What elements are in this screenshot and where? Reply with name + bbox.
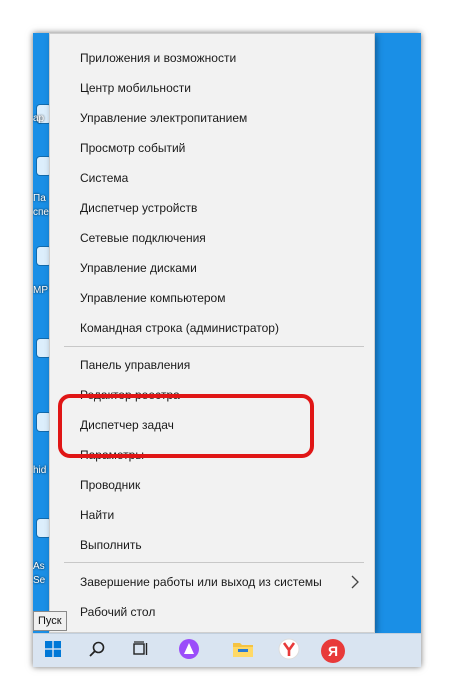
start-tooltip: Пуск: [33, 611, 67, 631]
menu-item-registry-editor[interactable]: Редактор реестра: [50, 380, 374, 410]
chevron-right-icon: [348, 574, 362, 590]
menu-item-control-panel[interactable]: Панель управления: [50, 350, 374, 380]
menu-item-device-manager[interactable]: Диспетчер устройств: [50, 193, 374, 223]
menu-item-apps-features[interactable]: Приложения и возможности: [50, 43, 374, 73]
menu-item-label: Управление компьютером: [80, 291, 226, 305]
menu-item-event-viewer[interactable]: Просмотр событий: [50, 133, 374, 163]
menu-item-disk-management[interactable]: Управление дисками: [50, 253, 374, 283]
menu-item-label: Найти: [80, 508, 115, 522]
menu-item-label: Панель управления: [80, 358, 191, 372]
menu-item-label: Завершение работы или выход из системы: [80, 575, 322, 589]
yandex-browser-icon: [278, 638, 300, 665]
search-button[interactable]: [77, 634, 117, 667]
desktop-icon-label: Se: [33, 575, 46, 586]
desktop-icon-label: As: [33, 561, 45, 572]
search-icon: [88, 640, 106, 663]
menu-item-desktop[interactable]: Рабочий стол: [50, 597, 374, 627]
menu-item-mobility-center[interactable]: Центр мобильности: [50, 73, 374, 103]
desktop-icon-label: ар: [33, 113, 45, 124]
menu-item-label: Просмотр событий: [80, 141, 186, 155]
yandex-icon: Я: [321, 639, 345, 663]
winx-context-menu: Приложения и возможности Центр мобильнос…: [49, 33, 375, 633]
menu-item-label: Диспетчер задач: [80, 418, 174, 432]
windows-logo-icon: [45, 640, 61, 662]
menu-item-label: Система: [80, 171, 129, 185]
file-explorer-button[interactable]: [223, 634, 263, 667]
folder-icon: [232, 640, 254, 663]
yandex-button[interactable]: Я: [313, 634, 353, 667]
menu-item-label: Сетевые подключения: [80, 231, 206, 245]
menu-item-computer-management[interactable]: Управление компьютером: [50, 283, 374, 313]
menu-item-settings[interactable]: Параметры: [50, 440, 374, 470]
menu-item-label: Командная строка (администратор): [80, 321, 279, 335]
alice-button[interactable]: [169, 634, 209, 667]
yandex-icon-letter: Я: [327, 643, 339, 659]
menu-item-label: Центр мобильности: [80, 81, 191, 95]
menu-separator: [64, 346, 364, 347]
alice-icon: [178, 638, 200, 665]
desktop-screenshot: ар Па спе MP hid As Se Приложения и возм…: [33, 33, 421, 667]
task-view-button[interactable]: [121, 634, 161, 667]
menu-item-task-manager[interactable]: Диспетчер задач: [50, 410, 374, 440]
menu-item-command-prompt-admin[interactable]: Командная строка (администратор): [50, 313, 374, 343]
start-button[interactable]: [33, 634, 73, 667]
menu-item-search[interactable]: Найти: [50, 500, 374, 530]
menu-item-file-explorer[interactable]: Проводник: [50, 470, 374, 500]
desktop-icon-label: hid: [33, 465, 47, 476]
menu-item-shutdown-signout[interactable]: Завершение работы или выход из системы: [50, 567, 374, 597]
menu-item-label: Управление дисками: [80, 261, 197, 275]
menu-item-label: Приложения и возможности: [80, 51, 237, 65]
menu-item-system[interactable]: Система: [50, 163, 374, 193]
taskbar: Я: [33, 633, 421, 667]
menu-item-label: Редактор реестра: [80, 388, 180, 402]
desktop-icon-label: MP: [33, 285, 48, 296]
menu-item-power-options[interactable]: Управление электропитанием: [50, 103, 374, 133]
task-view-icon: [132, 640, 150, 663]
menu-item-label: Рабочий стол: [80, 605, 156, 619]
menu-item-label: Проводник: [80, 478, 141, 492]
menu-item-label: Параметры: [80, 448, 144, 462]
menu-item-label: Диспетчер устройств: [80, 201, 198, 215]
desktop-icon-label: Па: [33, 193, 46, 204]
menu-separator: [64, 562, 364, 563]
yandex-browser-button[interactable]: [269, 634, 309, 667]
menu-item-label: Управление электропитанием: [80, 111, 248, 125]
menu-item-network-connections[interactable]: Сетевые подключения: [50, 223, 374, 253]
menu-item-run[interactable]: Выполнить: [50, 530, 374, 560]
menu-item-label: Выполнить: [80, 538, 142, 552]
desktop-icon-label: спе: [33, 207, 49, 218]
